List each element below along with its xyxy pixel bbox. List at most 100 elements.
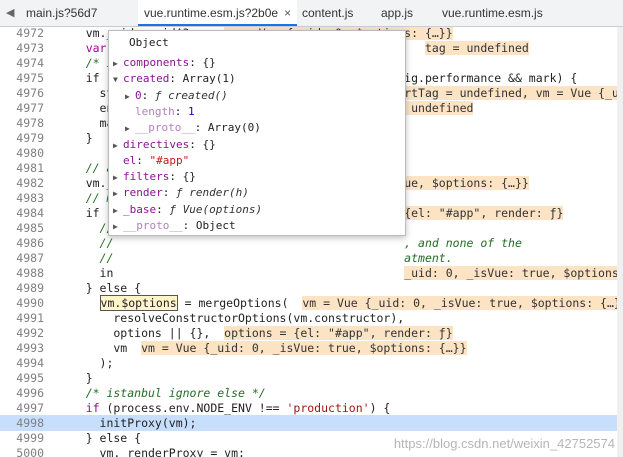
line-number[interactable]: 4995 [0,370,44,386]
expand-triangle-icon[interactable]: ▶ [113,219,123,235]
line-number[interactable]: 4972 [0,27,44,41]
line-number[interactable]: 4979 [0,130,44,146]
property-token: : {} [169,170,196,184]
code-text: options || {}, options = {el: "#app", re… [58,325,453,341]
line-number[interactable]: 4998 [0,415,44,431]
tab-main-js[interactable]: main.js?56d7 [26,0,97,26]
line-number[interactable]: 4997 [0,400,44,416]
property-token: _base [123,202,157,216]
code-line[interactable]: 4992 options || {}, options = {el: "#app… [0,325,623,341]
inline-value-preview: ue, $options: {…}} [404,176,529,190]
hovered-expression[interactable]: vm.$options [99,295,178,311]
code-token: in [58,266,114,280]
object-property-row[interactable]: ▶ 0: ƒ created() [125,88,228,104]
line-number[interactable]: 4980 [0,145,44,161]
expand-triangle-icon[interactable]: ▶ [113,170,123,186]
code-token: 'production' [286,401,370,415]
code-line[interactable]: 4986 // , and none of the [0,235,623,251]
inline-value-preview: vm = Vue {_uid: 0, _isVue: true, $option… [302,296,623,310]
code-text: // m [58,190,114,206]
code-text: // a [58,160,114,176]
line-number[interactable]: 4992 [0,325,44,341]
object-property-row[interactable]: ▶ __proto__: Object [113,218,236,234]
line-number[interactable]: 4976 [0,85,44,101]
property-token: : [162,186,176,200]
line-number[interactable]: 4986 [0,235,44,251]
popup-title: Object [129,36,169,49]
object-property-row[interactable]: ▶ __proto__: Array(0) [125,120,261,136]
code-text: vm._renderProxy = vm; [58,445,245,457]
expand-triangle-icon[interactable]: ▶ [113,138,123,154]
line-number[interactable]: 4982 [0,175,44,191]
property-token: el [123,153,137,167]
line-number[interactable]: 4993 [0,340,44,356]
line-number[interactable]: 4996 [0,385,44,401]
code-token: // [58,221,114,235]
line-number[interactable]: 4985 [0,220,44,236]
code-line[interactable]: 4988 in _uid: 0, _isVue: true, $options: [0,265,623,281]
object-property-row[interactable]: ▶ directives: {} [113,137,216,153]
code-line[interactable]: 4993 vm vm = Vue {_uid: 0, _isVue: true,… [0,340,623,356]
line-number[interactable]: 4983 [0,190,44,206]
line-number[interactable]: 4975 [0,70,44,86]
code-text: ); [58,355,114,371]
close-tab-icon[interactable]: × [284,6,291,20]
tab-app-js[interactable]: app.js [381,0,413,26]
line-number[interactable]: 4994 [0,355,44,371]
property-token: __proto__ [123,219,183,232]
code-token: resolveConstructorOptions(vm.constructor… [58,311,405,325]
expand-triangle-icon[interactable]: ▶ [125,121,135,137]
object-property-row[interactable]: ▶ _base: ƒ Vue(options) [113,202,262,218]
tab-vue-runtime-esm-2b0e[interactable]: vue.runtime.esm.js?2b0e × [138,0,298,26]
code-line[interactable]: 4994 ); [0,355,623,371]
code-line[interactable]: 4990 vm.$options = mergeOptions( vm = Vu… [0,295,623,311]
tab-vue-runtime-esm[interactable]: vue.runtime.esm.js [442,0,543,26]
property-token: render [123,186,163,200]
expand-triangle-icon[interactable]: ▶ [113,203,123,219]
code-line[interactable]: 4997 if (process.env.NODE_ENV !== 'produ… [0,400,623,416]
code-token: initProxy(vm); [58,416,197,430]
code-text: // [58,220,114,236]
editor-scrollbar[interactable] [617,27,623,457]
code-line[interactable]: 4996 /* istanbul ignore else */ [0,385,623,401]
expand-triangle-icon[interactable]: ▶ [125,89,135,105]
object-property-row[interactable]: ▶ components: {} [113,55,216,71]
line-number[interactable]: 4990 [0,295,44,311]
collapse-triangle-icon[interactable]: ▼ [113,72,123,88]
line-number[interactable]: 4987 [0,250,44,266]
code-line[interactable]: 4995 } [0,370,623,386]
line-number[interactable]: 4999 [0,430,44,446]
inline-value-preview: options = {el: "#app", render: ƒ} [224,326,453,340]
code-text: // , and none of the [58,235,522,251]
property-token: : [156,202,170,216]
code-line[interactable]: 4989 } else { [0,280,623,296]
line-number[interactable]: 4973 [0,40,44,56]
expand-triangle-icon[interactable]: ▶ [113,56,123,72]
code-line[interactable]: 4987 // atment. [0,250,623,266]
code-line[interactable]: 4991 resolveConstructorOptions(vm.constr… [0,310,623,326]
object-property-row[interactable]: ▼ created: Array(1) [113,71,236,87]
line-number[interactable]: 4977 [0,100,44,116]
tab-content-js[interactable]: content.js [302,0,353,26]
tab-nav-icon[interactable]: ◀ [6,0,14,26]
line-number[interactable]: 4984 [0,205,44,221]
object-property-row: length: 1 [125,104,195,120]
property-token: : {} [189,56,216,69]
line-number[interactable]: 4981 [0,160,44,176]
code-token: // a [58,161,114,175]
expand-triangle-icon[interactable]: ▶ [113,186,123,202]
line-number[interactable]: 5000 [0,445,44,457]
line-number[interactable]: 4988 [0,265,44,281]
line-number[interactable]: 4989 [0,280,44,296]
code-line[interactable]: 4998 initProxy(vm); [0,415,623,431]
file-tab-bar: ◀ main.js?56d7 vue.runtime.esm.js?2b0e × … [0,0,623,27]
code-token: if ( [58,206,114,220]
code-token: vm._ [58,176,114,190]
object-property-row[interactable]: ▶ filters: {} [113,169,196,185]
line-number[interactable]: 4978 [0,115,44,131]
line-number[interactable]: 4991 [0,310,44,326]
property-token: : Object [182,219,236,232]
object-property-row[interactable]: ▶ render: ƒ render(h) [113,185,249,201]
line-number[interactable]: 4974 [0,55,44,71]
